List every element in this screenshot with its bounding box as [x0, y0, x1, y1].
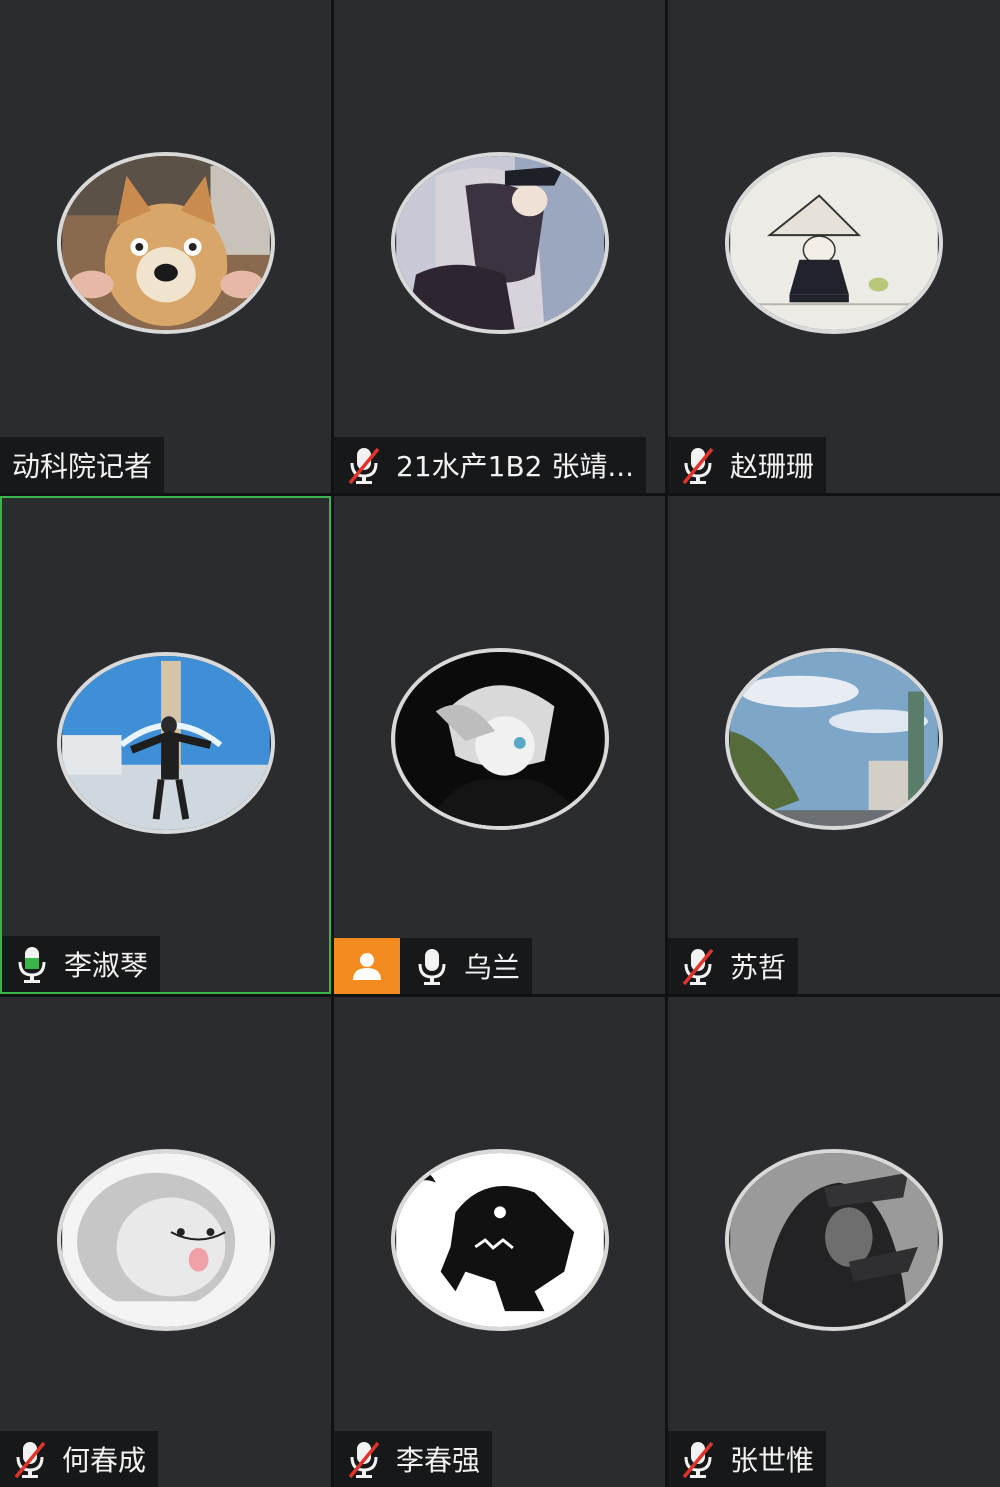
participant-name: 乌兰	[464, 951, 521, 984]
avatar-fountain-person-image	[61, 656, 270, 830]
mic-muted-icon	[682, 1441, 714, 1479]
avatar	[725, 648, 943, 830]
participant-name: 苏哲	[730, 951, 787, 984]
host-badge	[334, 938, 400, 994]
participant-name: 何春成	[62, 1444, 147, 1477]
participant-tile-3[interactable]: 赵珊珊	[668, 0, 1000, 493]
participant-namebar: 李春强	[334, 1431, 493, 1487]
mic-muted-icon	[348, 1441, 380, 1479]
mic-icon	[418, 949, 446, 985]
avatar-anime-dark-image	[395, 652, 604, 826]
participant-name: 张世惟	[730, 1444, 815, 1477]
participant-name: 赵珊珊	[730, 450, 815, 483]
avatar-dog-bread-image	[61, 156, 270, 330]
avatar-seal-meme-image	[61, 1153, 270, 1327]
participant-tile-4[interactable]: 李淑琴	[0, 496, 331, 994]
participant-tile-5[interactable]: 乌兰	[334, 496, 665, 994]
participant-namebar: 苏哲	[668, 938, 799, 994]
avatar	[390, 152, 609, 334]
avatar	[390, 648, 609, 830]
participant-name: 21水产1B2 张靖...	[396, 450, 635, 483]
avatar	[56, 652, 275, 834]
avatar	[725, 1149, 943, 1331]
participant-name: 李春强	[396, 1444, 481, 1477]
avatar-anime-couple-image	[395, 156, 604, 330]
mic-muted-icon	[682, 447, 714, 485]
participant-namebar: 21水产1B2 张靖...	[334, 437, 647, 493]
mic-muted-icon	[14, 1441, 46, 1479]
avatar	[390, 1149, 609, 1331]
avatar-dino-silhouette-image	[395, 1153, 604, 1327]
avatar-monk-frog-image	[730, 156, 938, 330]
mic-muted-icon	[682, 948, 714, 986]
participant-grid: 动科院记者 21水产1B2 张靖... 赵珊珊 李淑琴 乌兰 苏哲 何春成 李春…	[0, 0, 1000, 1487]
avatar-hooded-person-image	[730, 1153, 938, 1327]
participant-namebar: 动科院记者	[0, 437, 165, 493]
mic-active-icon	[18, 947, 46, 983]
participant-name: 动科院记者	[12, 450, 153, 483]
avatar	[56, 1149, 275, 1331]
mic-muted-icon	[348, 447, 380, 485]
participant-namebar: 张世惟	[668, 1431, 827, 1487]
participant-namebar: 李淑琴	[2, 936, 161, 992]
participant-namebar: 何春成	[0, 1431, 159, 1487]
person-icon	[353, 953, 381, 980]
avatar	[725, 152, 943, 334]
participant-tile-9[interactable]: 张世惟	[668, 997, 1000, 1487]
avatar-sky-city-image	[730, 652, 938, 826]
participant-tile-2[interactable]: 21水产1B2 张靖...	[334, 0, 665, 493]
avatar	[56, 152, 275, 334]
participant-tile-6[interactable]: 苏哲	[668, 496, 1000, 994]
participant-tile-7[interactable]: 何春成	[0, 997, 331, 1487]
participant-tile-8[interactable]: 李春强	[334, 997, 665, 1487]
participant-namebar: 乌兰	[400, 938, 533, 994]
participant-tile-1[interactable]: 动科院记者	[0, 0, 331, 493]
participant-name: 李淑琴	[64, 949, 149, 982]
participant-namebar: 赵珊珊	[668, 437, 827, 493]
